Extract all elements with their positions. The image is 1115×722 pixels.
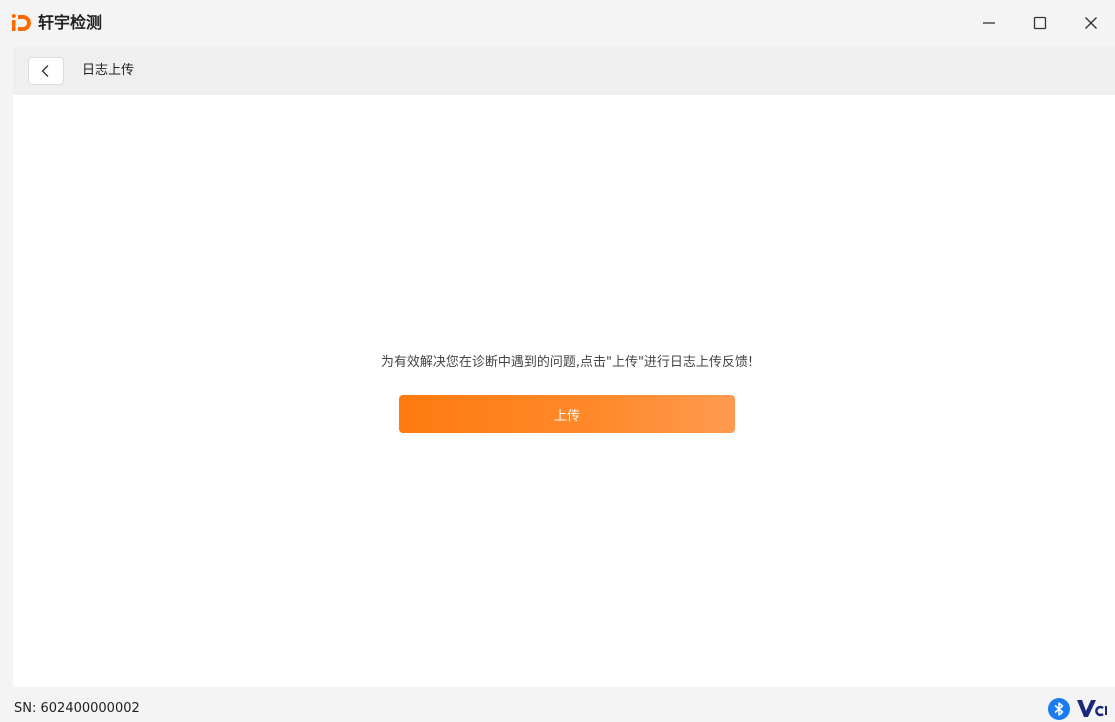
app-logo-icon (11, 14, 31, 31)
app-title: 轩宇检测 (38, 13, 103, 32)
upload-button[interactable]: 上传 (399, 395, 735, 433)
maximize-button[interactable] (1023, 8, 1057, 38)
chevron-left-icon (41, 65, 49, 77)
serial-number: SN: 602400000002 (14, 700, 140, 718)
minimize-button[interactable] (972, 8, 1006, 38)
title-bar: 轩宇检测 (0, 0, 1115, 47)
nav-bar: 日志上传 (13, 47, 1115, 95)
page-title: 日志上传 (82, 63, 135, 78)
upload-button-label: 上传 (553, 408, 580, 424)
upload-hint-text: 为有效解决您在诊断中遇到的问题,点击"上传"进行日志上传反馈! (380, 355, 754, 370)
sn-value: 602400000002 (40, 701, 140, 716)
minimize-icon (983, 22, 995, 24)
maximize-icon (1033, 16, 1047, 30)
back-button[interactable] (28, 57, 64, 85)
close-icon (1085, 17, 1097, 29)
close-button[interactable] (1074, 8, 1108, 38)
vci-logo (1077, 700, 1107, 717)
bluetooth-icon[interactable] (1048, 698, 1070, 720)
sn-label: SN: (14, 701, 37, 716)
status-bar: SN: 602400000002 (0, 687, 1115, 722)
main-content: 为有效解决您在诊断中遇到的问题,点击"上传"进行日志上传反馈! 上传 (13, 95, 1115, 687)
